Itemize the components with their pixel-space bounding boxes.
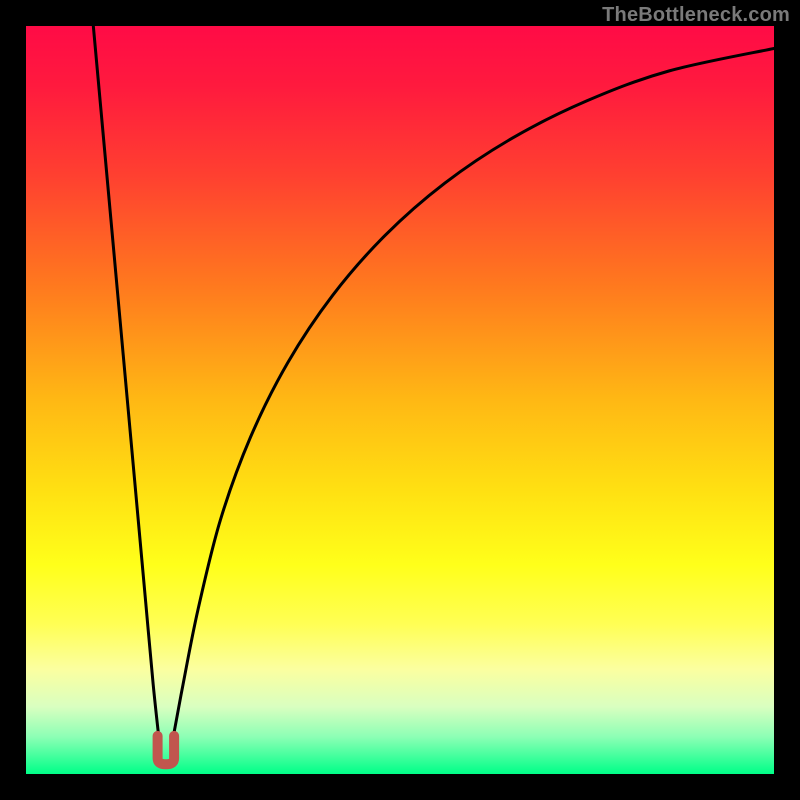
plot-area bbox=[26, 26, 774, 774]
gradient-background bbox=[26, 26, 774, 774]
chart-frame: TheBottleneck.com bbox=[0, 0, 800, 800]
chart-svg bbox=[26, 26, 774, 774]
watermark-text: TheBottleneck.com bbox=[602, 4, 790, 27]
